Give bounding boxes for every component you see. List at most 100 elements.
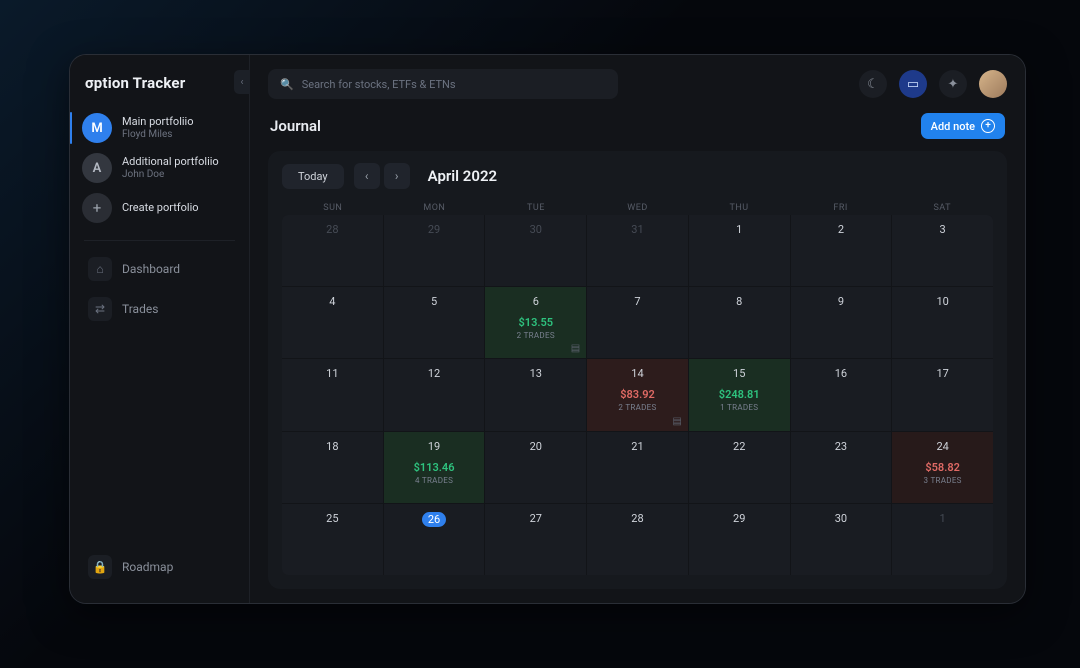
- calendar-icon: ▭: [907, 77, 919, 92]
- day-amount: $58.82: [925, 461, 960, 474]
- calendar-cell[interactable]: 23: [791, 432, 892, 503]
- calendar-cell[interactable]: 21: [587, 432, 688, 503]
- calendar-cell[interactable]: 27: [485, 504, 586, 575]
- portfolio-item-additional[interactable]: A Additional portfoliio John Doe: [70, 148, 241, 188]
- nav-roadmap[interactable]: 🔒 Roadmap: [80, 547, 239, 587]
- calendar-cell[interactable]: 6$13.552 TRADES▤: [485, 287, 586, 358]
- calendar-cell[interactable]: 30: [485, 215, 586, 286]
- day-number: 17: [936, 367, 948, 380]
- calendar-cell[interactable]: 20: [485, 432, 586, 503]
- calendar-cell[interactable]: 13: [485, 359, 586, 430]
- trades-icon: ⇄: [88, 297, 112, 321]
- create-portfolio-button[interactable]: + Create portfolio: [70, 188, 241, 228]
- calendar-cell[interactable]: 22: [689, 432, 790, 503]
- portfolio-avatar: A: [82, 153, 112, 183]
- day-number: 29: [733, 512, 745, 525]
- calendar-button[interactable]: ▭: [899, 70, 927, 98]
- calendar-cell[interactable]: 12: [384, 359, 485, 430]
- calendar-cell[interactable]: 24 $58.82 3 TRADES: [892, 432, 993, 503]
- calendar-cell[interactable]: 3: [892, 215, 993, 286]
- calendar-cell[interactable]: 1: [892, 504, 993, 575]
- day-amount: $248.81: [719, 388, 760, 401]
- calendar-cell[interactable]: 31: [587, 215, 688, 286]
- note-icon: ▤: [571, 343, 580, 354]
- day-number: 21: [631, 440, 643, 453]
- day-number: 13: [530, 367, 542, 380]
- prev-month-button[interactable]: ‹: [354, 163, 380, 189]
- day-number: 15: [733, 367, 745, 380]
- moon-icon: ☾: [867, 77, 879, 92]
- day-trade-count: 3 TRADES: [924, 476, 962, 485]
- calendar-cell[interactable]: 28: [282, 215, 383, 286]
- day-number: 19: [428, 440, 440, 453]
- titlebar: Journal Add note +: [250, 103, 1025, 147]
- day-trade-count: 1 TRADES: [720, 403, 758, 412]
- calendar-cell[interactable]: 1: [689, 215, 790, 286]
- weekday-label: TUE: [485, 203, 587, 213]
- day-amount: $83.92: [620, 388, 655, 401]
- calendar-cell[interactable]: 18: [282, 432, 383, 503]
- brand-logo: σption Tracker: [70, 70, 249, 106]
- day-number: 18: [326, 440, 338, 453]
- search-input[interactable]: 🔍 Search for stocks, ETFs & ETNs: [268, 69, 618, 99]
- next-month-button[interactable]: ›: [384, 163, 410, 189]
- day-trade-count: 2 TRADES: [618, 403, 656, 412]
- weekday-label: WED: [587, 203, 689, 213]
- portfolio-avatar: M: [82, 113, 112, 143]
- plus-icon: +: [82, 193, 112, 223]
- calendar-cell[interactable]: 30: [791, 504, 892, 575]
- calendar-cell[interactable]: 2: [791, 215, 892, 286]
- calendar-cell[interactable]: 25: [282, 504, 383, 575]
- calendar-cell[interactable]: 7: [587, 287, 688, 358]
- collapse-sidebar-button[interactable]: ‹: [234, 70, 250, 94]
- portfolio-name: Main portfoliio: [122, 115, 194, 129]
- day-trade-count: 4 TRADES: [415, 476, 453, 485]
- portfolio-owner: Floyd Miles: [122, 129, 194, 142]
- calendar-cell[interactable]: 5: [384, 287, 485, 358]
- day-amount: $113.46: [414, 461, 455, 474]
- nav-trades[interactable]: ⇄ Trades: [80, 289, 239, 329]
- calendar-cell[interactable]: 9: [791, 287, 892, 358]
- today-button[interactable]: Today: [282, 164, 344, 189]
- calendar-cell[interactable]: 26: [384, 504, 485, 575]
- topbar: 🔍 Search for stocks, ETFs & ETNs ☾ ▭ ✦: [250, 55, 1025, 103]
- calendar-cell[interactable]: 19 $113.46 4 TRADES: [384, 432, 485, 503]
- chevron-left-icon: ‹: [365, 169, 369, 183]
- weekday-row: SUNMONTUEWEDTHUFRISAT: [282, 203, 993, 213]
- portfolio-item-main[interactable]: M Main portfoliio Floyd Miles: [70, 108, 241, 148]
- add-note-button[interactable]: Add note +: [921, 113, 1005, 139]
- nav-dashboard[interactable]: ⌂ Dashboard: [80, 249, 239, 289]
- day-number: 7: [634, 295, 640, 308]
- create-portfolio-label: Create portfolio: [122, 201, 199, 215]
- day-number: 23: [835, 440, 847, 453]
- day-number: 8: [736, 295, 742, 308]
- calendar-cell[interactable]: 29: [384, 215, 485, 286]
- calendar-cell[interactable]: 14$83.922 TRADES▤: [587, 359, 688, 430]
- calendar-cell[interactable]: 8: [689, 287, 790, 358]
- calendar-cell[interactable]: 28: [587, 504, 688, 575]
- day-number: 28: [326, 223, 338, 236]
- portfolio-owner: John Doe: [122, 169, 219, 182]
- calendar-cell[interactable]: 15 $248.81 1 TRADES: [689, 359, 790, 430]
- day-number: 22: [733, 440, 745, 453]
- portfolio-list: M Main portfoliio Floyd Miles A Addition…: [70, 106, 249, 234]
- add-note-label: Add note: [931, 120, 975, 133]
- calendar-cell[interactable]: 17: [892, 359, 993, 430]
- nav-label: Trades: [122, 302, 158, 316]
- day-number: 11: [326, 367, 338, 380]
- roadmap-label: Roadmap: [122, 560, 173, 574]
- weekday-label: THU: [688, 203, 790, 213]
- notifications-button[interactable]: ✦: [939, 70, 967, 98]
- user-avatar[interactable]: [979, 70, 1007, 98]
- calendar-cell[interactable]: 11: [282, 359, 383, 430]
- theme-toggle[interactable]: ☾: [859, 70, 887, 98]
- calendar-cell[interactable]: 10: [892, 287, 993, 358]
- calendar-cell[interactable]: 29: [689, 504, 790, 575]
- calendar-cell[interactable]: 4: [282, 287, 383, 358]
- day-number: 9: [838, 295, 844, 308]
- day-number: 12: [428, 367, 440, 380]
- calendar-cell[interactable]: 16: [791, 359, 892, 430]
- lock-icon: 🔒: [88, 555, 112, 579]
- day-number: 30: [835, 512, 847, 525]
- day-number: 24: [936, 440, 948, 453]
